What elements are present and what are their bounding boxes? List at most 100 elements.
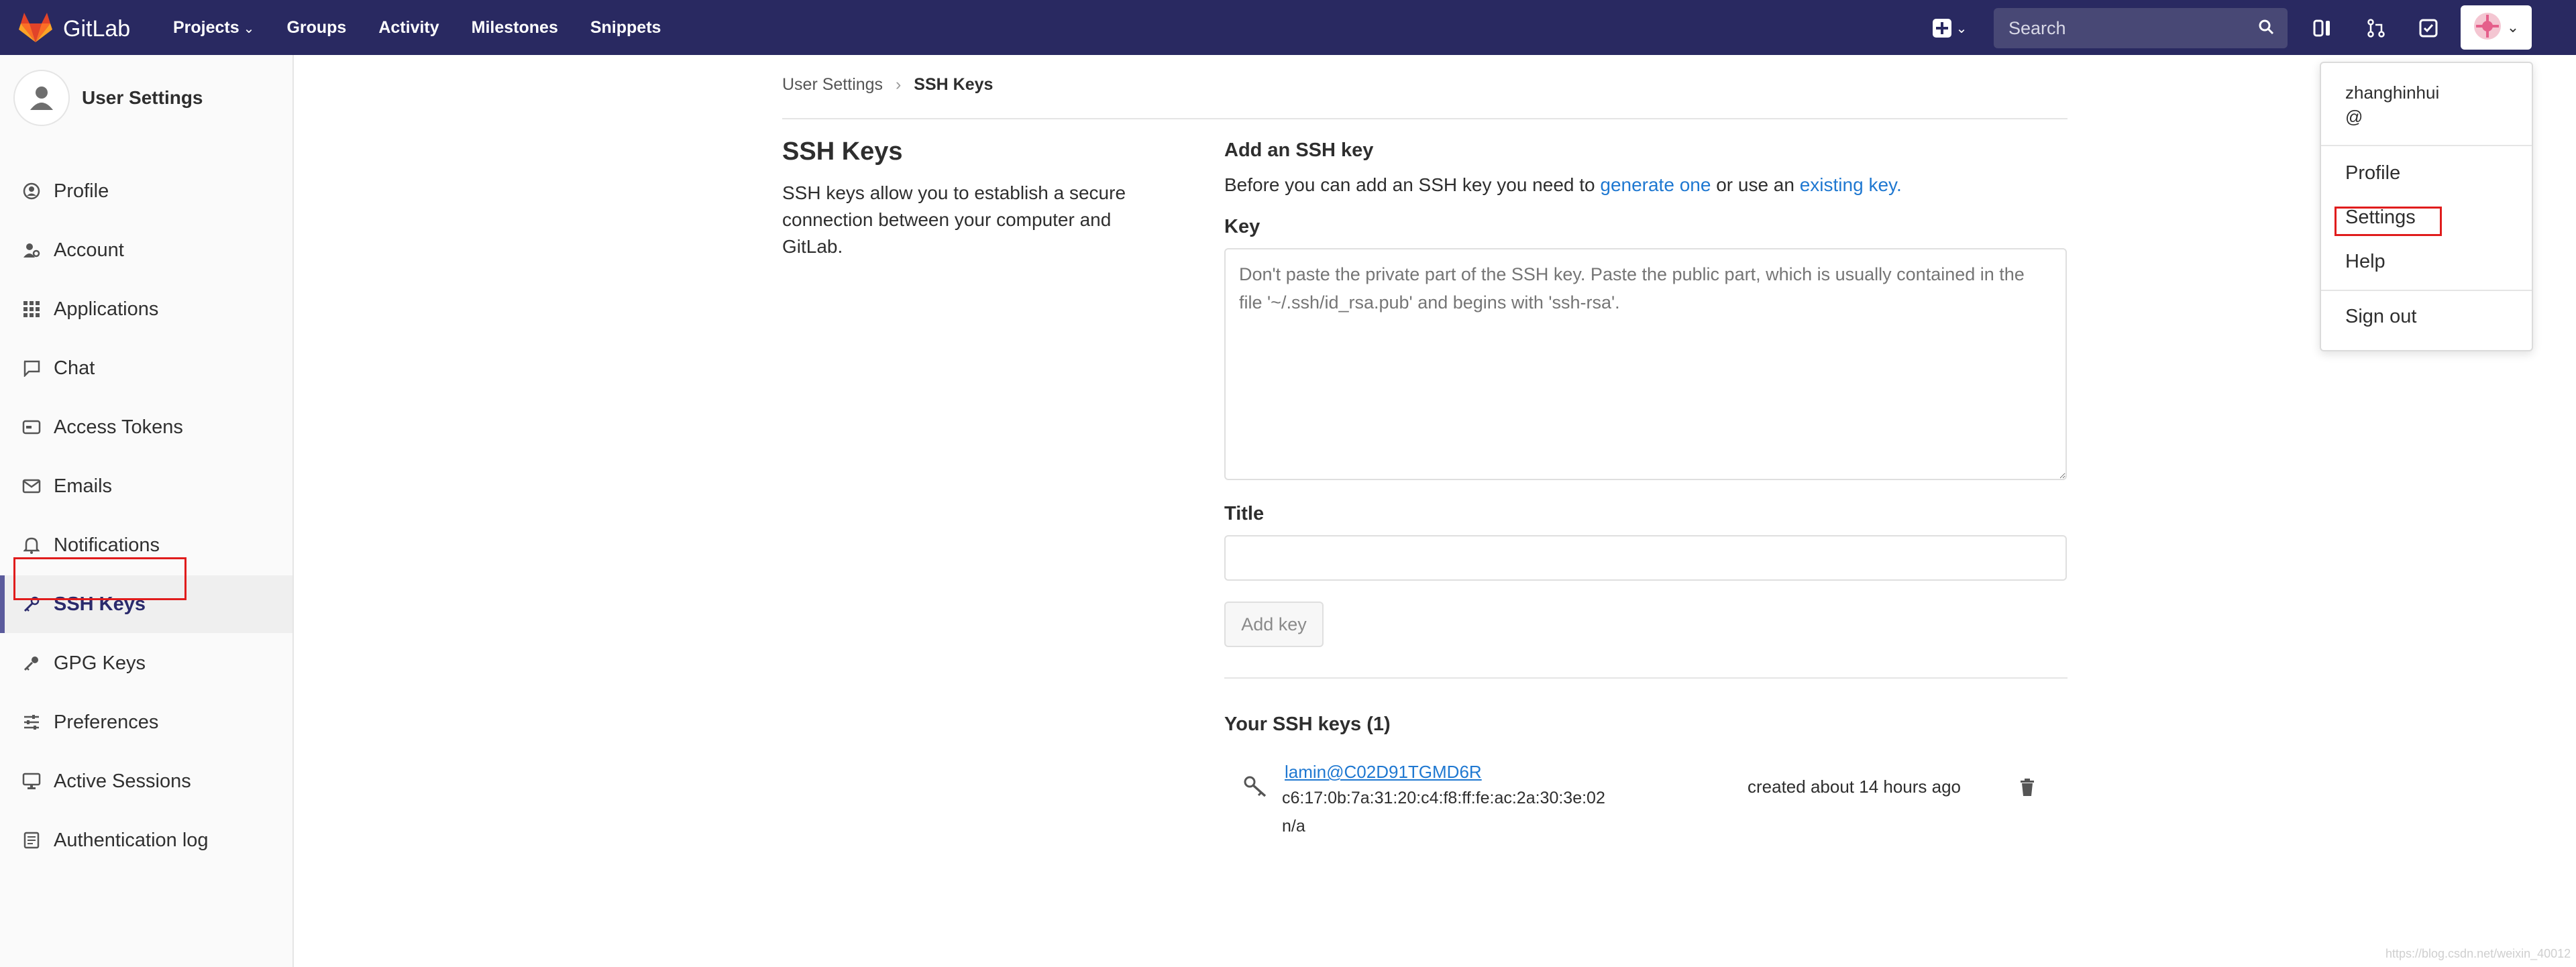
log-icon: [20, 829, 43, 852]
applications-icon: [20, 298, 43, 321]
sidebar-item-label: Emails: [54, 475, 113, 497]
sidebar-item-label: Preferences: [54, 711, 159, 733]
page-title: SSH Keys: [782, 137, 903, 166]
token-icon: [20, 416, 43, 439]
search-icon: [2258, 19, 2274, 38]
main-nav: Projects ⌄ Groups Activity Milestones Sni…: [173, 0, 661, 55]
add-key-button[interactable]: Add key: [1224, 602, 1324, 647]
key-icon: [1243, 775, 1269, 803]
dropdown-item-sign-out[interactable]: Sign out: [2345, 306, 2416, 328]
settings-sidebar: User Settings Profile Account Applicatio…: [0, 55, 294, 967]
merge-requests-icon[interactable]: [2364, 16, 2388, 40]
issues-icon[interactable]: [2310, 16, 2334, 40]
email-icon: [20, 475, 43, 498]
bell-icon: [20, 534, 43, 557]
sidebar-item-preferences[interactable]: Preferences: [0, 693, 292, 751]
sidebar-item-gpg-keys[interactable]: GPG Keys: [0, 634, 292, 692]
breadcrumb-parent[interactable]: User Settings: [782, 75, 883, 94]
nav-snippets[interactable]: Snippets: [590, 18, 661, 38]
sliders-icon: [20, 711, 43, 734]
ssh-key-row: lamin@C02D91TGMD6R c6:17:0b:7a:31:20:c4:…: [1224, 758, 2067, 852]
brand-name: GitLab: [63, 16, 131, 42]
generate-one-link[interactable]: generate one: [1600, 174, 1711, 195]
user-avatar-button[interactable]: ⌄: [2461, 5, 2532, 50]
ssh-key-title-link[interactable]: lamin@C02D91TGMD6R: [1285, 762, 1482, 783]
search-input[interactable]: [2007, 17, 2251, 40]
chevron-down-icon: ⌄: [243, 21, 255, 36]
sidebar-item-authentication-log[interactable]: Authentication log: [0, 811, 292, 869]
sidebar-item-label: Active Sessions: [54, 770, 191, 792]
trash-icon[interactable]: [2019, 778, 2035, 800]
sidebar-user[interactable]: User Settings: [13, 70, 203, 126]
top-navbar: GitLab Projects ⌄ Groups Activity Milesto…: [0, 0, 2576, 55]
dropdown-divider: [2321, 290, 2532, 291]
sidebar-item-label: Chat: [54, 357, 95, 379]
user-avatar: [13, 70, 70, 126]
monitor-icon: [20, 770, 43, 793]
help-text: Before you can add an SSH key you need t…: [1224, 174, 1902, 196]
help-text-prefix: Before you can add an SSH key you need t…: [1224, 174, 1595, 195]
new-dropdown-button[interactable]: ⌄: [1928, 16, 1971, 40]
ssh-key-last-used: n/a: [1282, 817, 1305, 836]
title-label: Title: [1224, 503, 1265, 524]
nav-milestones[interactable]: Milestones: [472, 18, 558, 38]
account-icon: [20, 239, 43, 262]
breadcrumb-current: SSH Keys: [914, 75, 994, 94]
key-icon: [20, 652, 43, 675]
key-label: Key: [1224, 216, 1260, 237]
sidebar-item-label: GPG Keys: [54, 652, 146, 674]
nav-projects[interactable]: Projects ⌄: [173, 18, 254, 38]
page-description: SSH keys allow you to establish a secure…: [782, 182, 1126, 257]
profile-icon: [20, 180, 43, 203]
breadcrumb: User Settings › SSH Keys: [782, 75, 993, 95]
user-dropdown-menu: zhanghinhui @ Profile Settings Help Sign…: [2320, 62, 2533, 351]
sidebar-item-account[interactable]: Account: [0, 221, 292, 279]
sidebar-item-applications[interactable]: Applications: [0, 280, 292, 338]
sidebar-user-title-text: User Settings: [82, 87, 203, 108]
your-keys-heading: Your SSH keys (1): [1224, 714, 1391, 735]
existing-key-link[interactable]: existing key.: [1800, 174, 1902, 195]
help-text-mid: or use an: [1716, 174, 1794, 195]
sidebar-item-label: Access Tokens: [54, 416, 183, 438]
nav-groups[interactable]: Groups: [286, 18, 346, 38]
chat-icon: [20, 357, 43, 380]
highlight-box: [2334, 207, 2442, 236]
nav-projects-label: Projects: [173, 17, 239, 37]
sidebar-item-label: Notifications: [54, 534, 160, 556]
dropdown-handle: @: [2345, 107, 2363, 127]
sidebar-item-label: Profile: [54, 180, 109, 202]
sidebar-item-chat[interactable]: Chat: [0, 339, 292, 397]
dropdown-item-profile[interactable]: Profile: [2345, 162, 2400, 184]
chevron-down-icon: ⌄: [1955, 21, 1968, 36]
sidebar-item-label: Authentication log: [54, 829, 209, 851]
plus-icon: [1932, 19, 1951, 38]
ssh-key-fingerprint: c6:17:0b:7a:31:20:c4:f8:ff:fe:ac:2a:30:3…: [1282, 789, 1605, 807]
sidebar-item-profile[interactable]: Profile: [0, 162, 292, 220]
watermark: https://blog.csdn.net/weixin_40012: [2385, 947, 2571, 960]
dropdown-divider: [2321, 145, 2532, 146]
sidebar-item-active-sessions[interactable]: Active Sessions: [0, 752, 292, 810]
sidebar-item-emails[interactable]: Emails: [0, 457, 292, 515]
gitlab-logo-icon: [19, 12, 52, 46]
dropdown-item-help[interactable]: Help: [2345, 251, 2385, 273]
add-key-heading: Add an SSH key: [1224, 139, 1374, 161]
dropdown-user-info[interactable]: zhanghinhui @: [2345, 80, 2439, 129]
sidebar-user-title: User Settings: [82, 87, 203, 109]
search-box[interactable]: [1994, 8, 2288, 48]
divider: [1224, 677, 2068, 679]
title-input[interactable]: [1224, 535, 2067, 581]
nav-activity[interactable]: Activity: [378, 18, 439, 38]
divider: [782, 118, 2068, 119]
chevron-right-icon: ›: [896, 75, 902, 94]
dropdown-username: zhanghinhui: [2345, 82, 2440, 103]
key-textarea[interactable]: [1224, 248, 2067, 480]
highlight-box: [13, 557, 186, 600]
todos-icon[interactable]: [2416, 16, 2440, 40]
chevron-down-icon: ⌄: [2506, 19, 2520, 36]
ssh-key-created: created about 14 hours ago: [1748, 777, 1962, 797]
sidebar-item-label: Applications: [54, 298, 159, 320]
sidebar-item-label: Account: [54, 239, 124, 261]
avatar: [2473, 12, 2502, 44]
sidebar-item-access-tokens[interactable]: Access Tokens: [0, 398, 292, 456]
gitlab-logo-link[interactable]: GitLab: [19, 12, 130, 46]
